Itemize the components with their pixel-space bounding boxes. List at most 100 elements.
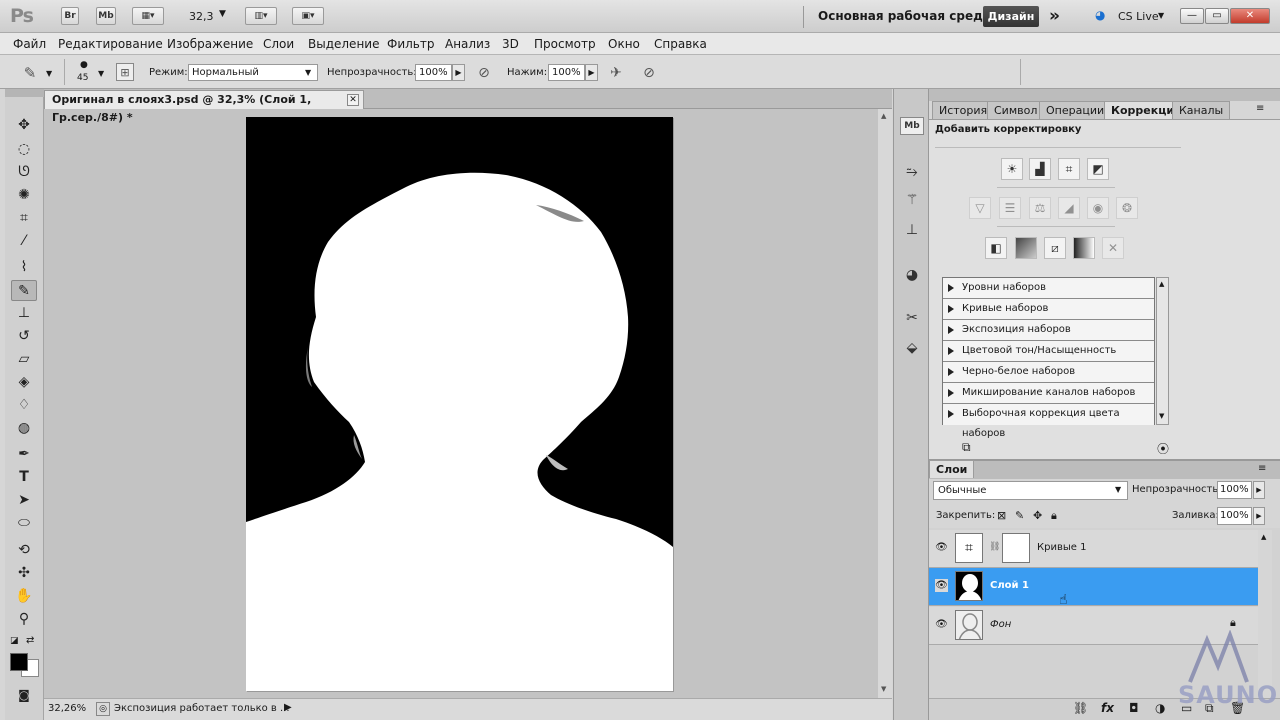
close-button[interactable]: ✕ (1230, 8, 1270, 24)
blur-tool-icon[interactable]: ♢ (11, 395, 37, 416)
zoom-dropdown-icon[interactable]: ▼ (219, 9, 226, 19)
layer-row-layer1[interactable]: 👁︎ Слой 1 ☝ (929, 568, 1258, 608)
pressure-field[interactable]: 100% (548, 64, 585, 81)
layer-name[interactable]: Кривые 1 (1037, 542, 1086, 553)
type-tool-icon[interactable]: T (11, 467, 37, 488)
vibrance-icon[interactable]: ▽ (969, 197, 991, 219)
airbrush-icon[interactable]: ✈ (606, 63, 626, 83)
mini-bridge-button[interactable]: Mb (96, 7, 116, 25)
mask-link-icon[interactable]: ⛓ (989, 542, 1000, 552)
lock-transparency-icon[interactable]: ⊠ (997, 509, 1006, 522)
zoom-tool-icon[interactable]: ⚲ (11, 609, 37, 630)
link-layers-icon[interactable]: ⛓ (1073, 701, 1088, 715)
menu-3d[interactable]: 3D (502, 37, 519, 51)
brush-tool-preset-icon[interactable]: ✎ (20, 63, 40, 83)
quick-selection-tool-icon[interactable]: ✺ (11, 185, 37, 206)
curves-icon[interactable]: ⌗ (1058, 158, 1080, 180)
levels-icon[interactable]: ▟ (1029, 158, 1051, 180)
panel-dock-header[interactable] (929, 89, 1280, 101)
view-extras-button[interactable]: ▦▾ (132, 7, 164, 25)
menu-filter[interactable]: Фильтр (387, 37, 434, 51)
brush-presets-panel-icon[interactable]: ⥲ (900, 161, 924, 183)
presets-scrollbar[interactable]: ▲ ▼ (1156, 277, 1169, 425)
preset-channel-mixer[interactable]: Микширование каналов наборов (943, 383, 1154, 404)
visibility-eye-icon[interactable]: 👁︎ (935, 618, 948, 631)
preset-levels[interactable]: Уровни наборов (943, 278, 1154, 299)
brush-panel-icon[interactable]: ⚚ (900, 189, 924, 211)
adjustment-options-icon[interactable]: ⦿ (1157, 440, 1169, 457)
close-document-icon[interactable]: ✕ (347, 94, 359, 106)
screen-mode-button[interactable]: ▣▾ (292, 7, 324, 25)
path-selection-tool-icon[interactable]: ➤ (11, 490, 37, 511)
fill-arrow-icon[interactable]: ▶ (1253, 507, 1265, 525)
cs-live-dropdown-icon[interactable]: ▼ (1158, 11, 1164, 20)
paint-bucket-tool-icon[interactable]: ◈ (11, 372, 37, 393)
mode-dropdown-icon[interactable]: ▼ (305, 68, 311, 77)
panel-menu-icon[interactable]: ≡ (1256, 103, 1264, 114)
channel-mixer-icon[interactable]: ❂ (1116, 197, 1138, 219)
history-brush-tool-icon[interactable]: ↺ (11, 326, 37, 347)
tool-preset-dropdown-icon[interactable]: ▼ (46, 69, 52, 78)
workspace-design-button[interactable]: Дизайн (983, 6, 1039, 27)
lock-all-icon[interactable]: 🔒︎ (1051, 509, 1057, 523)
zoom-status-field[interactable]: 32,26% (48, 703, 86, 714)
exposure-icon[interactable]: ◩ (1087, 158, 1109, 180)
quick-mask-icon[interactable]: ◙ (11, 685, 37, 706)
minimize-button[interactable]: — (1180, 8, 1204, 24)
lasso-tool-icon[interactable]: ᘎ (11, 162, 37, 183)
tab-actions[interactable]: Операции (1039, 101, 1112, 119)
layer-name[interactable]: Фон (990, 619, 1011, 630)
pen-tool-icon[interactable]: ✒ (11, 444, 37, 465)
swatches-panel-icon[interactable]: ◕ (900, 264, 924, 286)
gradient-map-icon[interactable] (1073, 237, 1095, 259)
brush-tool-icon[interactable]: ✎ (11, 280, 37, 301)
ellipse-tool-icon[interactable]: ⬭ (11, 513, 37, 534)
layer-style-fx-icon[interactable]: fx (1101, 701, 1114, 715)
layer-blend-mode-select[interactable]: Обычные (933, 481, 1128, 500)
3d-rotate-tool-icon[interactable]: ⟲ (11, 540, 37, 561)
black-white-icon[interactable]: ◢ (1058, 197, 1080, 219)
hue-saturation-icon[interactable]: ☰ (999, 197, 1021, 219)
3d-orbit-tool-icon[interactable]: ✣ (11, 563, 37, 584)
mini-bridge-panel-icon[interactable]: Mb (900, 117, 924, 135)
cs-live-icon[interactable]: ◕ (1095, 8, 1105, 22)
marquee-tool-icon[interactable]: ◌ (11, 139, 37, 160)
opacity-slider-arrow-icon[interactable]: ▶ (452, 64, 465, 81)
threshold-icon[interactable]: ⧄ (1044, 237, 1066, 259)
scroll-up-icon[interactable]: ▲ (881, 112, 886, 120)
posterize-icon[interactable] (1015, 237, 1037, 259)
document-tab[interactable]: Оригинал в слоях3.psd @ 32,3% (Слой 1, Г… (44, 90, 364, 124)
menu-view[interactable]: Просмотр (534, 37, 596, 51)
cs-live-label[interactable]: CS Live (1118, 10, 1159, 23)
new-adjustment-layer-icon[interactable]: ◑ (1155, 701, 1165, 715)
crop-tool-icon[interactable]: ⌗ (11, 208, 37, 229)
preset-black-white[interactable]: Черно-белое наборов (943, 362, 1154, 383)
image-canvas[interactable] (246, 117, 673, 691)
visibility-eye-icon[interactable]: 👁︎ (935, 541, 948, 554)
workspace-name[interactable]: Основная рабочая среда (818, 9, 991, 23)
swap-colors-icon[interactable]: ⇄ (26, 635, 34, 646)
menu-layers[interactable]: Слои (263, 37, 294, 51)
status-menu-arrow-icon[interactable]: ▶ (284, 702, 292, 713)
layer-mask-thumbnail[interactable] (1002, 533, 1030, 563)
add-mask-icon[interactable]: ◘ (1129, 701, 1139, 715)
brush-panel-toggle-icon[interactable]: ⊞ (116, 63, 134, 81)
clone-stamp-tool-icon[interactable]: ⊥ (11, 303, 37, 324)
brush-size-value[interactable]: 45 (77, 73, 88, 83)
menu-image[interactable]: Изображение (167, 37, 253, 51)
status-info-icon[interactable]: ◎ (96, 702, 110, 716)
brush-picker-dropdown-icon[interactable]: ▼ (98, 69, 104, 78)
menu-window[interactable]: Окно (608, 37, 640, 51)
zoom-level[interactable]: 32,3 (189, 10, 214, 23)
healing-brush-tool-icon[interactable]: ⌇ (11, 257, 37, 278)
layer-opacity-field[interactable]: 100% (1217, 481, 1252, 499)
pressure-slider-arrow-icon[interactable]: ▶ (585, 64, 598, 81)
visibility-eye-icon[interactable]: 👁︎ (935, 579, 948, 592)
preset-hue-saturation[interactable]: Цветовой тон/Насыщенность наборов (943, 341, 1154, 376)
layers-scrollbar[interactable]: ▲ (1258, 530, 1272, 698)
clip-to-layer-icon[interactable]: ⧉ (962, 440, 971, 455)
tablet-opacity-pressure-icon[interactable]: ⊘ (474, 63, 494, 83)
layer-name[interactable]: Слой 1 (990, 580, 1029, 591)
tool-presets-panel-icon[interactable]: ✂ (900, 307, 924, 329)
opacity-field[interactable]: 100% (415, 64, 452, 81)
